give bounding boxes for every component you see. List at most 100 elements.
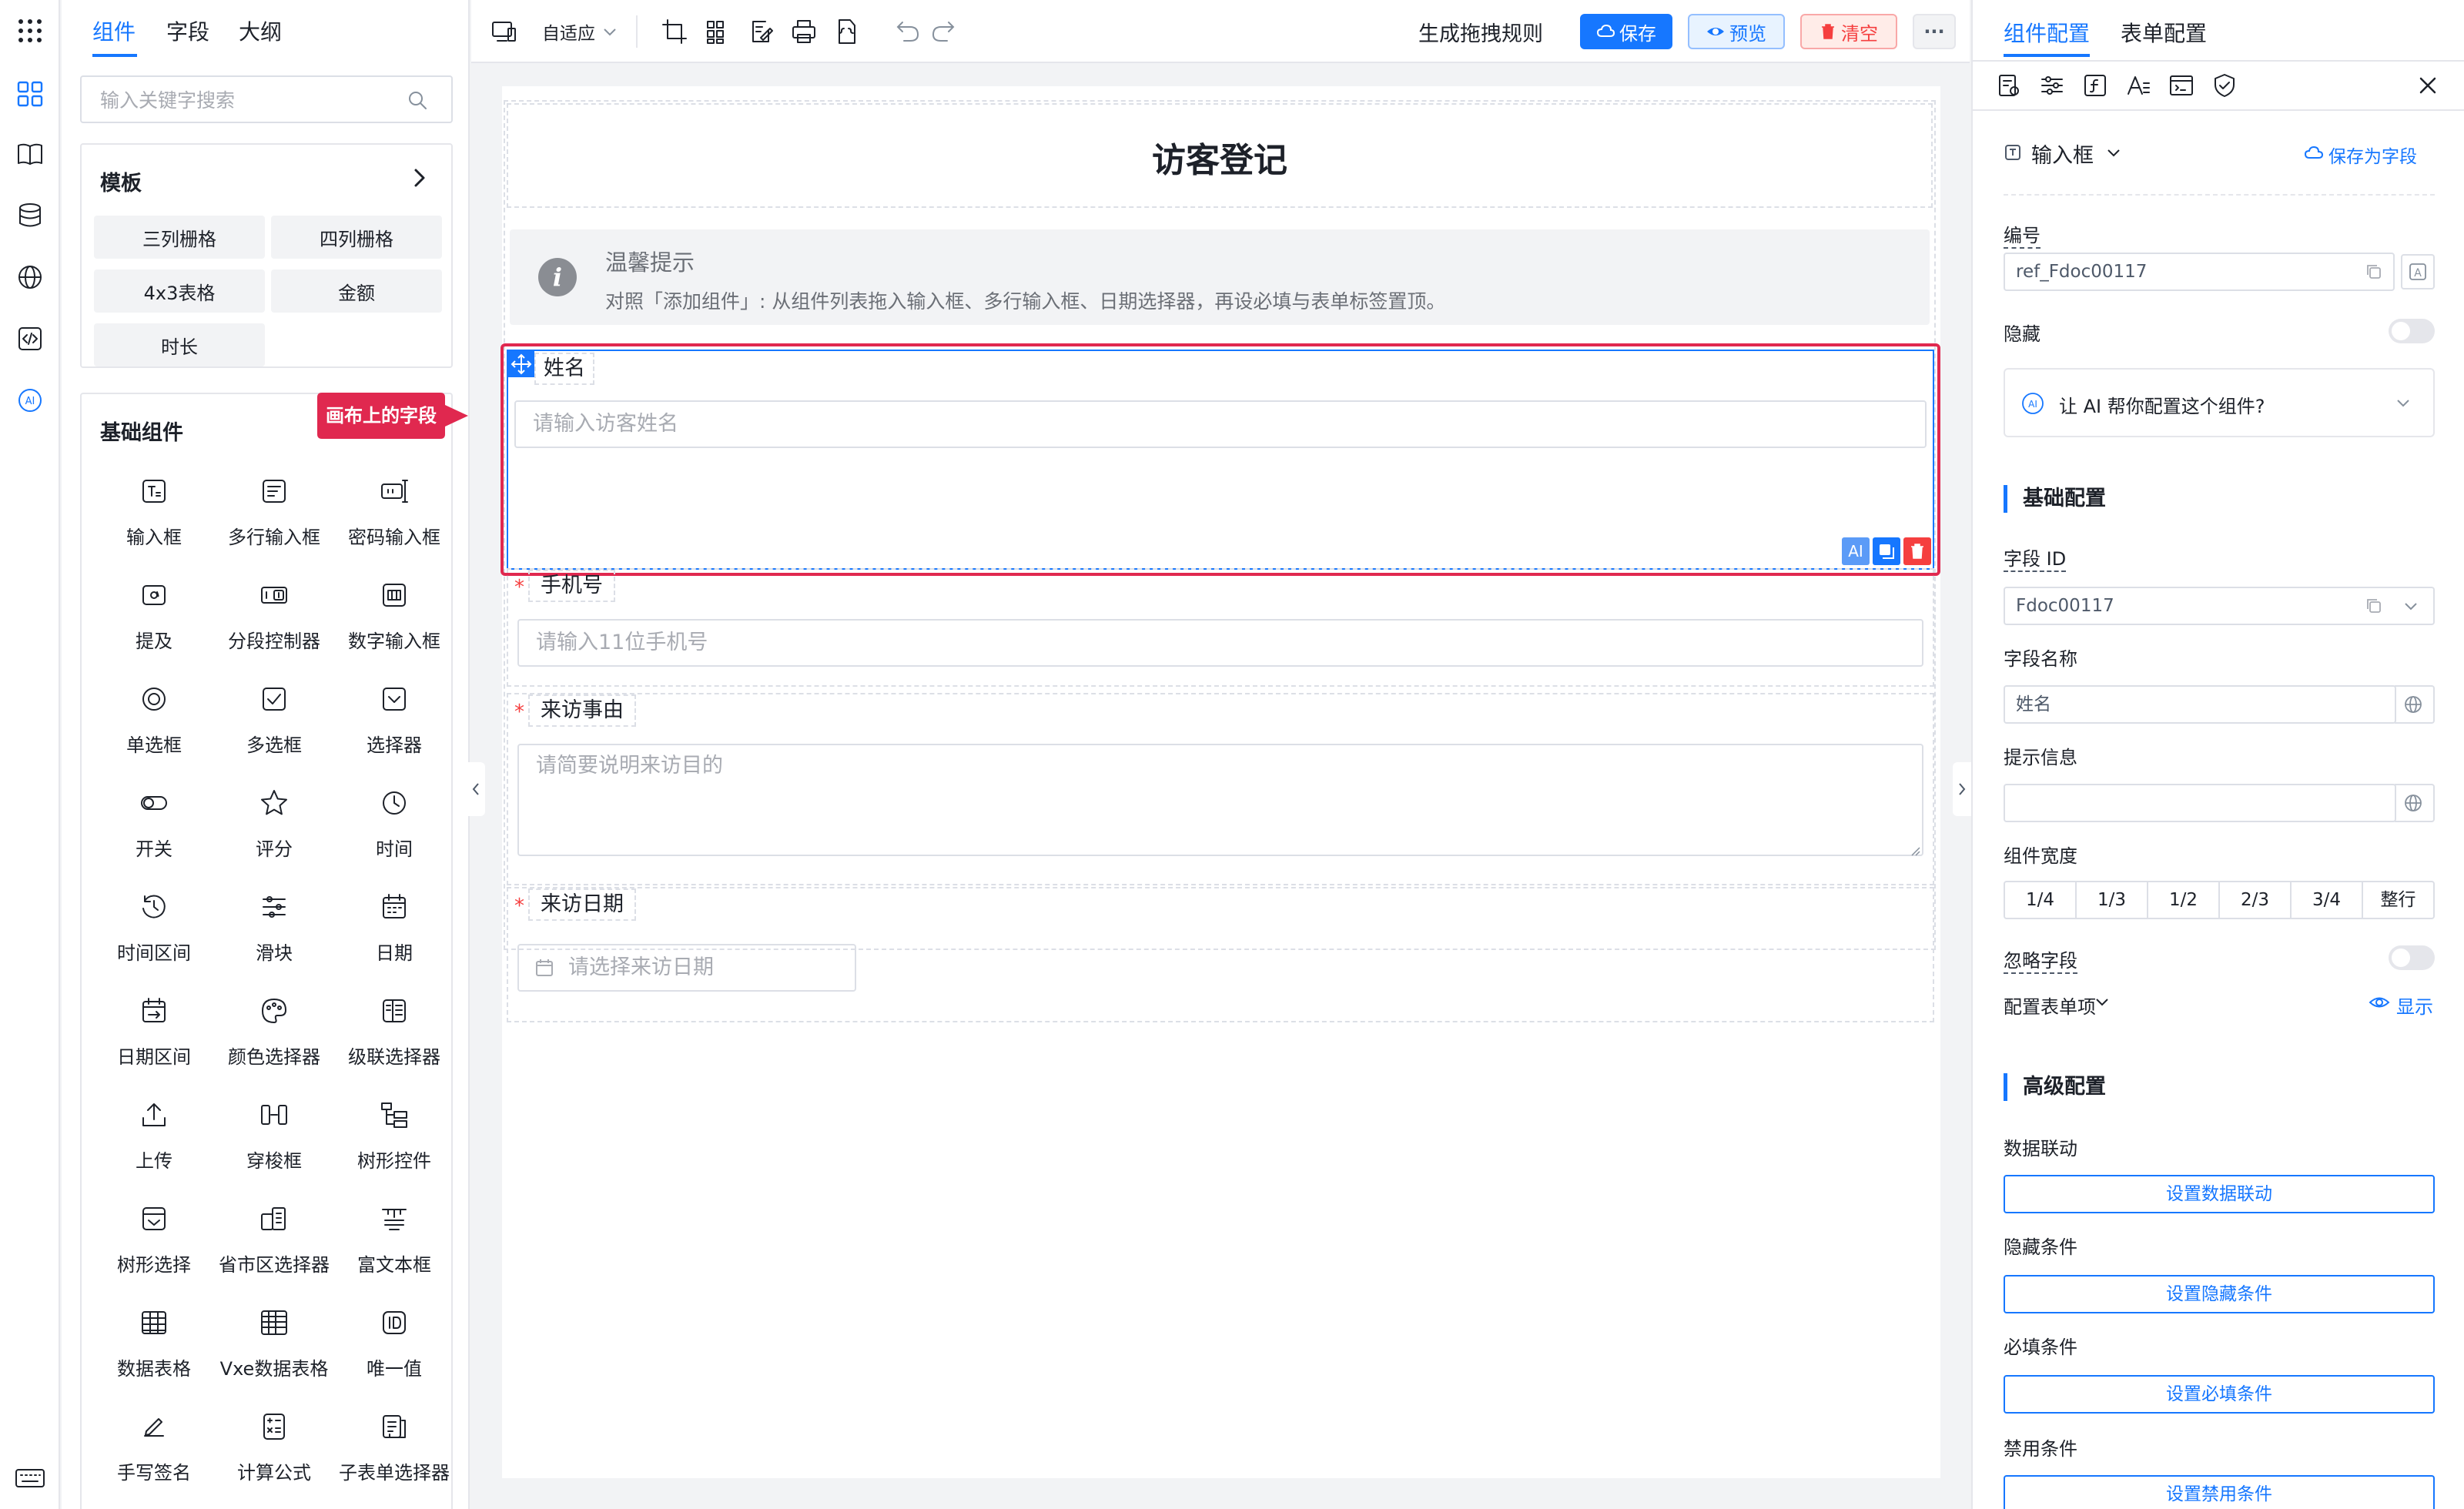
chevron-down-icon[interactable]: [2393, 393, 2413, 413]
template-item[interactable]: 三列栅格: [94, 216, 265, 259]
hint-input[interactable]: [2004, 784, 2396, 822]
width-option[interactable]: 1/3: [2077, 882, 2148, 918]
chevron-down-icon[interactable]: [2104, 143, 2124, 163]
component-item[interactable]: 提及: [94, 567, 214, 652]
component-item[interactable]: 手写签名: [94, 1399, 214, 1484]
reason-textarea[interactable]: 请简要说明来访目的: [517, 744, 1923, 856]
save-as-field-link[interactable]: 保存为字段: [2328, 142, 2417, 168]
date-picker[interactable]: 请选择来访日期: [517, 944, 856, 992]
code-icon[interactable]: [13, 322, 47, 356]
translate-button[interactable]: [2395, 784, 2435, 822]
resize-handle-icon[interactable]: [1910, 845, 1920, 856]
component-item[interactable]: 评分: [214, 775, 334, 860]
template-item[interactable]: 四列栅格: [271, 216, 442, 259]
component-item[interactable]: 计算公式: [214, 1399, 334, 1484]
component-item[interactable]: 级联选择器: [334, 983, 454, 1068]
component-item[interactable]: 唯一值: [334, 1295, 454, 1380]
width-option[interactable]: 整行: [2363, 882, 2433, 918]
grid-icon[interactable]: [704, 18, 732, 45]
template-item[interactable]: 金额: [271, 269, 442, 313]
undo-icon[interactable]: [893, 18, 921, 45]
copy-icon[interactable]: [2364, 262, 2384, 282]
generate-rules-button[interactable]: 生成拖拽规则: [1418, 17, 1543, 47]
formula-icon[interactable]: [2082, 72, 2108, 99]
component-item[interactable]: 上传: [94, 1087, 214, 1172]
field-phone-block[interactable]: * 手机号 请输入11位手机号: [507, 568, 1934, 687]
set-hide-condition-button[interactable]: 设置隐藏条件: [2004, 1275, 2435, 1313]
component-item[interactable]: 富文本框: [334, 1191, 454, 1276]
component-item[interactable]: 开关: [94, 775, 214, 860]
ignore-toggle[interactable]: [2389, 945, 2435, 970]
component-item[interactable]: 多行输入框: [214, 463, 334, 548]
component-item[interactable]: 多选框: [214, 671, 334, 756]
keyboard-icon[interactable]: [13, 1461, 47, 1495]
template-item[interactable]: 4x3表格: [94, 269, 265, 313]
code-window-icon[interactable]: [2168, 72, 2194, 99]
component-item[interactable]: 数据表格: [94, 1295, 214, 1380]
collapse-right-handle[interactable]: [1953, 762, 1971, 816]
component-item[interactable]: 日期区间: [94, 983, 214, 1068]
component-item[interactable]: 分段控制器: [214, 567, 334, 652]
search-icon[interactable]: [407, 89, 428, 111]
form-item-config[interactable]: 配置表单项: [2004, 992, 2096, 1019]
chevron-down-icon[interactable]: [2093, 993, 2111, 1012]
database-icon[interactable]: [13, 199, 47, 233]
edit-doc-icon[interactable]: [747, 18, 775, 45]
template-item[interactable]: 时长: [94, 323, 265, 366]
tab-form-config[interactable]: 表单配置: [2121, 17, 2207, 48]
text-style-icon[interactable]: [2125, 72, 2151, 99]
ai-action-button[interactable]: AI: [1842, 537, 1870, 565]
tab-fields[interactable]: 字段: [166, 17, 209, 48]
width-option[interactable]: 3/4: [2292, 882, 2363, 918]
device-icon[interactable]: [490, 18, 517, 45]
preview-button[interactable]: 预览: [1688, 14, 1785, 49]
name-input[interactable]: 请输入访客姓名: [514, 400, 1927, 448]
copy-icon[interactable]: [2364, 596, 2384, 616]
set-required-condition-button[interactable]: 设置必填条件: [2004, 1375, 2435, 1414]
ref-input[interactable]: ref_Fdoc00117: [2004, 253, 2395, 291]
search-input[interactable]: [100, 85, 408, 115]
text-mode-button[interactable]: A: [2401, 254, 2435, 289]
tip-alert[interactable]: i 温馨提示 对照「添加组件」: 从组件列表拖入输入框、多行输入框、日期选择器，…: [510, 229, 1930, 325]
title-block[interactable]: 访客登记: [507, 103, 1933, 208]
width-option[interactable]: 1/4: [2005, 882, 2077, 918]
field-label[interactable]: 来访日期: [528, 888, 636, 921]
drag-handle[interactable]: [508, 351, 534, 377]
tab-component-config[interactable]: 组件配置: [2004, 17, 2090, 48]
globe-icon[interactable]: [13, 260, 47, 294]
delete-action-button[interactable]: [1903, 537, 1931, 565]
save-button[interactable]: 保存: [1580, 14, 1672, 49]
redo-icon[interactable]: [930, 18, 958, 45]
component-item[interactable]: 颜色选择器: [214, 983, 334, 1068]
json-doc-icon[interactable]: [833, 18, 861, 45]
component-item[interactable]: 滑块: [214, 879, 334, 964]
translate-button[interactable]: [2395, 685, 2435, 724]
components-icon[interactable]: [13, 77, 47, 111]
set-disabled-condition-button[interactable]: 设置禁用条件: [2004, 1475, 2435, 1509]
field-label[interactable]: 手机号: [528, 570, 615, 602]
print-icon[interactable]: [790, 18, 818, 45]
zoom-select[interactable]: 自适应: [542, 18, 595, 45]
field-name-block[interactable]: 姓名 请输入访客姓名 AI: [507, 350, 1934, 570]
collapse-left-handle[interactable]: [467, 762, 485, 816]
component-item[interactable]: 密码输入框: [334, 463, 454, 548]
sliders-icon[interactable]: [2039, 72, 2065, 99]
copy-action-button[interactable]: [1873, 537, 1900, 565]
width-option[interactable]: 1/2: [2148, 882, 2220, 918]
component-item[interactable]: 时间区间: [94, 879, 214, 964]
more-button[interactable]: ···: [1913, 14, 1956, 49]
show-toggle-link[interactable]: 显示: [2396, 992, 2433, 1019]
field-date-block[interactable]: * 来访日期 请选择来访日期: [507, 887, 1934, 1022]
clear-button[interactable]: 清空: [1800, 14, 1897, 49]
field-name-input[interactable]: 姓名: [2004, 685, 2396, 724]
chevron-down-icon[interactable]: [2401, 596, 2421, 616]
phone-input[interactable]: 请输入11位手机号: [517, 619, 1923, 667]
component-item[interactable]: 数字输入框: [334, 567, 454, 652]
book-icon[interactable]: [13, 137, 47, 171]
component-item[interactable]: 省市区选择器: [214, 1191, 334, 1276]
field-label[interactable]: 姓名: [534, 353, 594, 385]
component-item[interactable]: 日期: [334, 879, 454, 964]
component-item[interactable]: 时间: [334, 775, 454, 860]
field-label[interactable]: 来访事由: [528, 694, 636, 727]
component-item[interactable]: 输入框: [94, 463, 214, 548]
